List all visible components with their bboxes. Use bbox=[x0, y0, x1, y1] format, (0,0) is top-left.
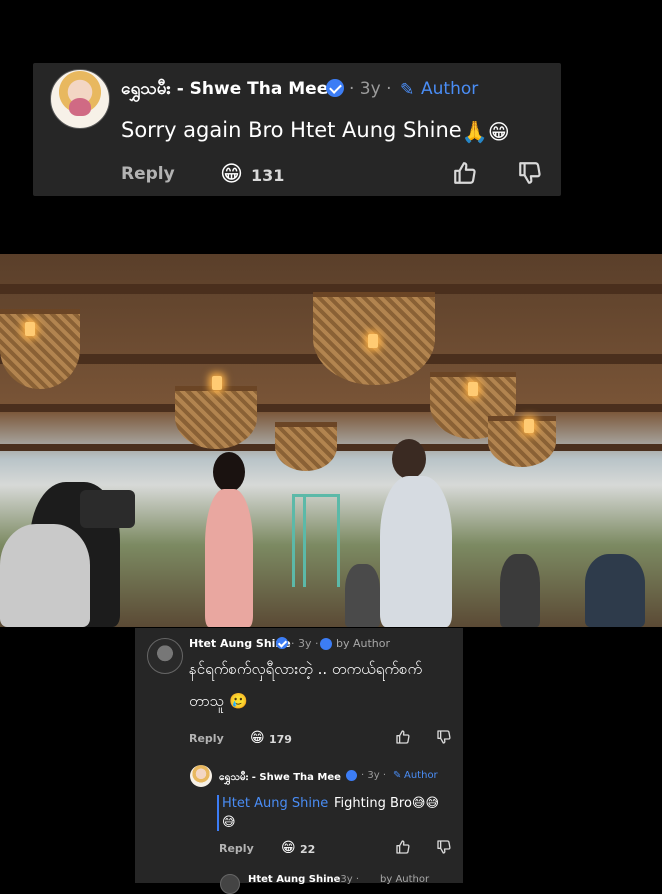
commenter-name[interactable]: ရွှေသမီး - Shwe Tha Mee bbox=[121, 78, 328, 103]
thumbs-up-icon[interactable] bbox=[452, 160, 478, 186]
comment-emoji: 🙏😁 bbox=[461, 120, 510, 144]
commenter-avatar[interactable] bbox=[190, 765, 212, 787]
comment-emoji: 😅 bbox=[222, 815, 236, 830]
author-badge: Author bbox=[421, 79, 479, 99]
lamp-light bbox=[368, 334, 378, 348]
grin-reaction-icon[interactable]: 😁 bbox=[281, 840, 296, 856]
comment-emoji: 😅😅 bbox=[411, 796, 440, 811]
foreground-person bbox=[0, 524, 90, 627]
thumbs-up-icon[interactable] bbox=[395, 839, 411, 855]
commenter-name[interactable]: Htet Aung Shine bbox=[248, 874, 340, 885]
pencil-icon: ✎ bbox=[393, 770, 402, 781]
grin-reaction-icon[interactable]: 😁 bbox=[220, 162, 243, 187]
hanging-basket-lamp bbox=[275, 422, 337, 471]
comment-text-line2: တာသူ 🥲 bbox=[189, 692, 248, 710]
reply-quote-bar bbox=[217, 795, 219, 831]
actor bbox=[380, 476, 452, 627]
lamp-light bbox=[25, 322, 35, 336]
verified-badge-icon bbox=[276, 637, 288, 649]
reaction-count: 22 bbox=[300, 843, 316, 856]
seated-guest bbox=[585, 554, 645, 627]
roof-beam bbox=[0, 404, 662, 412]
film-camera bbox=[80, 490, 135, 528]
comment-time: · 3y · bbox=[291, 637, 319, 650]
comment-time: · 3y · bbox=[349, 79, 392, 99]
verified-badge-icon bbox=[326, 79, 344, 97]
commenter-avatar[interactable] bbox=[50, 69, 110, 129]
comment-text: Sorry again Bro Htet Aung Shine🙏😁 bbox=[121, 118, 510, 144]
verified-badge-icon bbox=[346, 770, 357, 781]
reply-button[interactable]: Reply bbox=[189, 732, 224, 745]
avatar-figure bbox=[69, 98, 91, 116]
comment-time: · 3y · bbox=[334, 874, 359, 885]
author-badge: Author bbox=[404, 770, 438, 781]
reply-button[interactable]: Reply bbox=[219, 842, 254, 855]
hanging-basket-lamp bbox=[488, 416, 556, 467]
pencil-icon: ✎ bbox=[400, 80, 415, 100]
comment-time: · 3y · bbox=[361, 770, 386, 781]
comment-text: နင်ရက်စက်လှရီလားတဲ့ .. တကယ်ရက်စက် bbox=[189, 660, 423, 678]
seated-guest bbox=[500, 554, 540, 627]
reaction-count: 179 bbox=[269, 733, 292, 746]
hanging-basket-lamp bbox=[175, 386, 257, 449]
reaction-count: 131 bbox=[251, 166, 285, 185]
by-author-label: by Author bbox=[380, 874, 430, 885]
lamp-light bbox=[212, 376, 222, 390]
reply-button[interactable]: Reply bbox=[121, 164, 175, 184]
lamp-light bbox=[524, 419, 534, 433]
by-author-label: by Author bbox=[336, 637, 391, 650]
commenter-avatar[interactable] bbox=[147, 638, 183, 674]
actress-head bbox=[213, 452, 245, 492]
thumbs-down-icon[interactable] bbox=[517, 160, 543, 186]
video-frame[interactable] bbox=[0, 254, 662, 627]
seated-guest bbox=[345, 564, 380, 627]
grin-reaction-icon[interactable]: 😁 bbox=[250, 730, 265, 746]
like-badge-icon bbox=[320, 638, 332, 650]
thumbs-down-icon[interactable] bbox=[436, 839, 452, 855]
commenter-name[interactable]: ရွှေသမီး - Shwe Tha Mee bbox=[219, 770, 341, 785]
lamp-light bbox=[468, 382, 478, 396]
comment-emoji: 🥲 bbox=[229, 692, 248, 710]
comment-text: Fighting Bro😅😅 bbox=[334, 796, 440, 811]
commenter-avatar[interactable] bbox=[220, 874, 240, 894]
actor-head bbox=[392, 439, 426, 479]
green-ladder bbox=[292, 494, 340, 587]
mention-link[interactable]: Htet Aung Shine bbox=[222, 796, 328, 811]
thumbs-up-icon[interactable] bbox=[395, 729, 411, 745]
actress bbox=[205, 489, 253, 627]
hanging-basket-lamp bbox=[0, 309, 80, 389]
thumbs-down-icon[interactable] bbox=[436, 729, 452, 745]
